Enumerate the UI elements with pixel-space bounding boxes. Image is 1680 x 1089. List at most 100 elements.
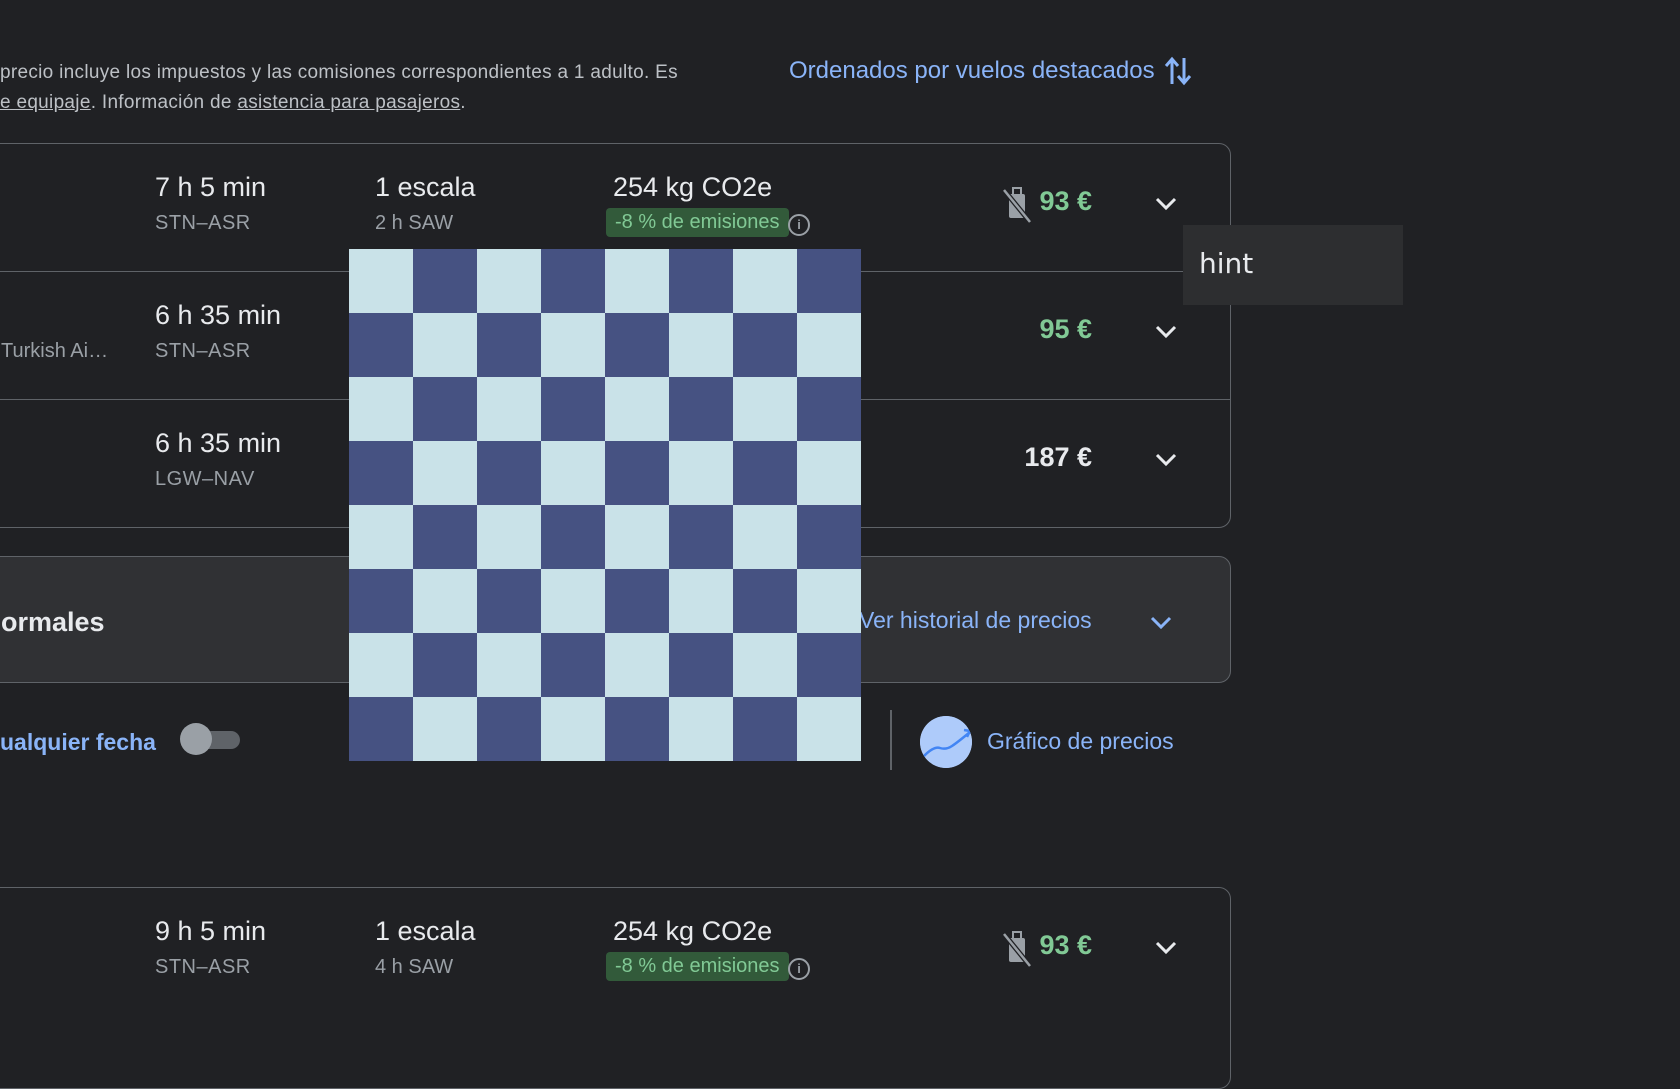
checkerboard-cell: [477, 249, 541, 313]
checkerboard-cell: [733, 441, 797, 505]
flight-duration: 6 h 35 min: [155, 300, 282, 330]
divider: [890, 710, 892, 770]
flight-row[interactable]: 9 h 5 min STN–ASR 1 escala 4 h SAW 254 k…: [0, 888, 1230, 1015]
checkerboard-cell: [541, 697, 605, 761]
any-date-label: ualquier fecha: [0, 729, 156, 755]
checkerboard-cell: [477, 313, 541, 377]
flight-route: STN–ASR: [155, 956, 251, 978]
checkerboard-cell: [349, 569, 413, 633]
checkerboard-cell: [541, 377, 605, 441]
checkerboard-cell: [605, 377, 669, 441]
passenger-assistance-link[interactable]: asistencia para pasajeros: [237, 92, 460, 113]
no-carry-on-bag-icon: [1002, 187, 1032, 224]
flight-duration: 7 h 5 min: [155, 172, 267, 202]
checkerboard-cell: [349, 377, 413, 441]
toggle-knob: [180, 723, 212, 755]
checkerboard-cell: [477, 441, 541, 505]
checkerboard-cell: [349, 697, 413, 761]
checkerboard-cell: [413, 313, 477, 377]
checkerboard-cell: [413, 441, 477, 505]
checkerboard-cell: [733, 505, 797, 569]
chevron-down-icon[interactable]: [1152, 318, 1180, 346]
checkerboard-cell: [669, 249, 733, 313]
flight-co2: 254 kg CO2e: [613, 916, 773, 946]
checkerboard-cell: [733, 249, 797, 313]
checkerboard-cell: [797, 313, 861, 377]
checkerboard-cell: [797, 505, 861, 569]
flight-duration: 9 h 5 min: [155, 916, 267, 946]
notice-end: .: [460, 92, 466, 113]
flight-price: 187 €: [1024, 442, 1092, 472]
flight-route: LGW–NAV: [155, 468, 255, 490]
price-history-title: ormales: [1, 607, 105, 637]
flight-price: 93 €: [1039, 930, 1092, 960]
checkerboard-cell: [413, 633, 477, 697]
sort-label: Ordenados por vuelos destacados: [789, 57, 1155, 84]
checkerboard-cell: [797, 633, 861, 697]
baggage-link[interactable]: e equipaje: [0, 92, 91, 113]
checkerboard-cell: [477, 505, 541, 569]
flight-airline: Turkish Airlines: [1, 340, 111, 362]
checkerboard-cell: [733, 313, 797, 377]
sort-button[interactable]: Ordenados por vuelos destacados: [789, 54, 1193, 88]
notice-line-2: e equipaje. Información de asistencia pa…: [0, 88, 740, 118]
emissions-badge: -8 % de emisiones: [606, 208, 789, 237]
flight-co2: 254 kg CO2e: [613, 172, 773, 202]
checkerboard-cell: [669, 377, 733, 441]
swap-vert-icon: [1164, 56, 1191, 86]
checkerboard-cell: [541, 313, 605, 377]
hint-tooltip: hint: [1183, 225, 1403, 305]
checkerboard-cell: [669, 441, 733, 505]
checkerboard-cell: [797, 249, 861, 313]
price-graph-button[interactable]: Gráfico de precios: [987, 728, 1174, 755]
notice-mid: . Información de: [90, 92, 238, 113]
checkerboard-cell: [669, 569, 733, 633]
checkerboard-cell: [349, 441, 413, 505]
flight-duration: 6 h 35 min: [155, 428, 282, 458]
emissions-badge: -8 % de emisiones: [606, 952, 789, 981]
checkerboard-cell: [797, 569, 861, 633]
flight-route: STN–ASR: [155, 340, 251, 362]
flight-list-bottom: 9 h 5 min STN–ASR 1 escala 4 h SAW 254 k…: [0, 887, 1231, 1089]
checkerboard-cell: [413, 377, 477, 441]
checkerboard-cell: [413, 697, 477, 761]
checkerboard-cell: [605, 249, 669, 313]
checkerboard-cell: [541, 441, 605, 505]
checkerboard-cell: [541, 249, 605, 313]
flight-price: 95 €: [1039, 314, 1092, 344]
checkerboard-cell: [605, 697, 669, 761]
checkerboard-cell: [413, 569, 477, 633]
checkerboard-cell: [541, 633, 605, 697]
flight-stops: 1 escala: [375, 916, 476, 946]
checkerboard-cell: [605, 505, 669, 569]
price-notice: precio incluye los impuestos y las comis…: [0, 58, 740, 118]
checkerboard-cell: [797, 441, 861, 505]
info-icon[interactable]: i: [788, 958, 810, 980]
checkerboard-cell: [669, 313, 733, 377]
chevron-down-icon[interactable]: [1152, 934, 1180, 962]
checkerboard-cell: [605, 569, 669, 633]
checkerboard-cell: [733, 569, 797, 633]
flight-price: 93 €: [1039, 186, 1092, 216]
flight-route: STN–ASR: [155, 212, 251, 234]
view-price-history-link[interactable]: Ver historial de precios: [859, 607, 1092, 634]
chevron-down-icon[interactable]: [1147, 609, 1175, 637]
chevron-down-icon[interactable]: [1152, 190, 1180, 218]
checkerboard-cell: [477, 633, 541, 697]
checkerboard-cell: [413, 249, 477, 313]
checkerboard-cell: [797, 377, 861, 441]
chevron-down-icon[interactable]: [1152, 446, 1180, 474]
checkerboard-cell: [669, 505, 733, 569]
checkerboard-cell: [349, 505, 413, 569]
flight-stop-detail: 2 h SAW: [375, 212, 454, 234]
info-icon[interactable]: i: [788, 214, 810, 236]
checkerboard-cell: [605, 633, 669, 697]
checkerboard-cell: [541, 505, 605, 569]
any-date-toggle[interactable]: [180, 723, 242, 755]
price-graph-icon[interactable]: [920, 716, 972, 768]
checkerboard-cell: [413, 505, 477, 569]
flight-stops: 1 escala: [375, 172, 476, 202]
checkerboard-cell: [541, 569, 605, 633]
checkerboard-cell: [669, 633, 733, 697]
checkerboard-cell: [733, 633, 797, 697]
